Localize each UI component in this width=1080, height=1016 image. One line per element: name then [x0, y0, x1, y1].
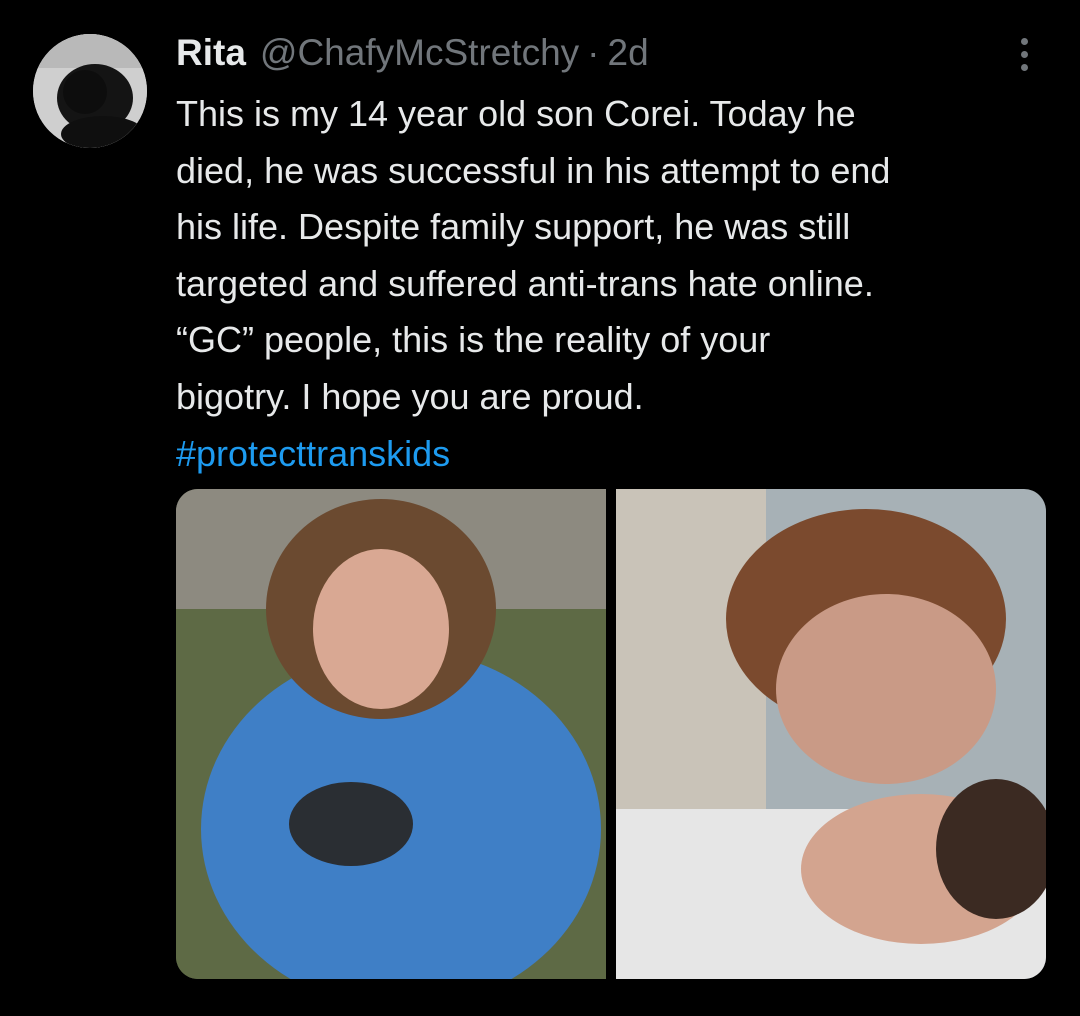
more-dot [1020, 50, 1028, 58]
avatar[interactable] [33, 34, 147, 148]
photo-right-image [616, 489, 1046, 979]
tweet-header: Rita @ChafyMcStretchy · 2d [176, 28, 649, 78]
tweet-text-line: targeted and suffered anti-trans hate on… [176, 262, 874, 304]
author-name[interactable]: Rita [176, 32, 246, 74]
avatar-image [33, 34, 147, 148]
photo-left[interactable] [176, 489, 606, 979]
tweet-text-line: This is my 14 year old son Corei. Today … [176, 93, 856, 134]
photo-right[interactable] [616, 489, 1046, 979]
more-dot [1020, 37, 1028, 45]
hashtag-link[interactable]: #protecttranskids [176, 426, 1056, 483]
media-grid [176, 489, 1046, 979]
more-dot [1020, 63, 1028, 71]
author-handle[interactable]: @ChafyMcStretchy [260, 32, 579, 74]
more-options-icon[interactable] [1004, 34, 1044, 74]
tweet-text: This is my 14 year old son Corei. Today … [176, 86, 1056, 482]
photo-left-image [176, 489, 606, 979]
tweet-action-bar [176, 1008, 1046, 1016]
tweet-text-line: died, he was successful in his attempt t… [176, 149, 891, 191]
tweet-text-line: bigotry. I hope you are proud. [176, 375, 644, 417]
timestamp[interactable]: 2d [608, 32, 649, 74]
tweet-text-line: his life. Despite family support, he was… [176, 206, 851, 248]
tweet-text-line: “GC” people, this is the reality of your [176, 319, 771, 361]
separator: · [587, 32, 600, 73]
